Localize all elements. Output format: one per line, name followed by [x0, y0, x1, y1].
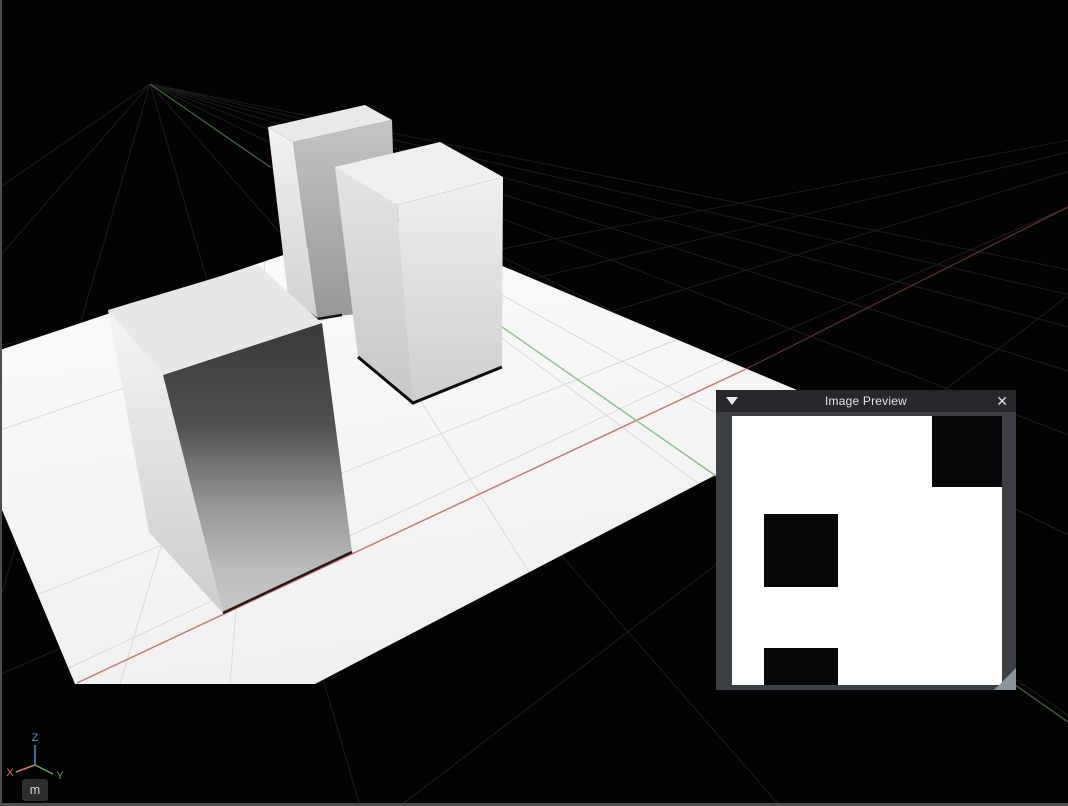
chevron-down-icon: [726, 397, 738, 405]
close-icon[interactable]: ✕: [996, 390, 1008, 412]
image-preview-body: [716, 412, 1016, 690]
gizmo-x-label: X: [6, 767, 14, 779]
window-edge-left: [0, 0, 2, 806]
preview-square-1: [932, 416, 1002, 487]
preview-square-2: [764, 514, 838, 587]
app-window: Image Preview ✕ Z X Y m: [0, 0, 1068, 806]
axis-gizmo[interactable]: Z X Y: [2, 728, 74, 780]
unit-button[interactable]: m: [22, 779, 48, 801]
image-preview-title: Image Preview: [825, 394, 907, 408]
preview-square-3: [764, 648, 838, 685]
resize-handle[interactable]: [994, 668, 1016, 690]
resize-handle-triangle: [994, 668, 1016, 690]
gizmo-z-label: Z: [32, 732, 39, 744]
preview-image: [732, 416, 1002, 685]
gizmo-y-axis: [35, 765, 53, 774]
image-preview-panel: Image Preview ✕: [716, 390, 1016, 690]
gizmo-x-axis: [16, 765, 35, 772]
collapse-button[interactable]: [725, 394, 739, 408]
image-preview-header[interactable]: Image Preview ✕: [716, 390, 1016, 412]
gizmo-y-label: Y: [56, 770, 64, 780]
